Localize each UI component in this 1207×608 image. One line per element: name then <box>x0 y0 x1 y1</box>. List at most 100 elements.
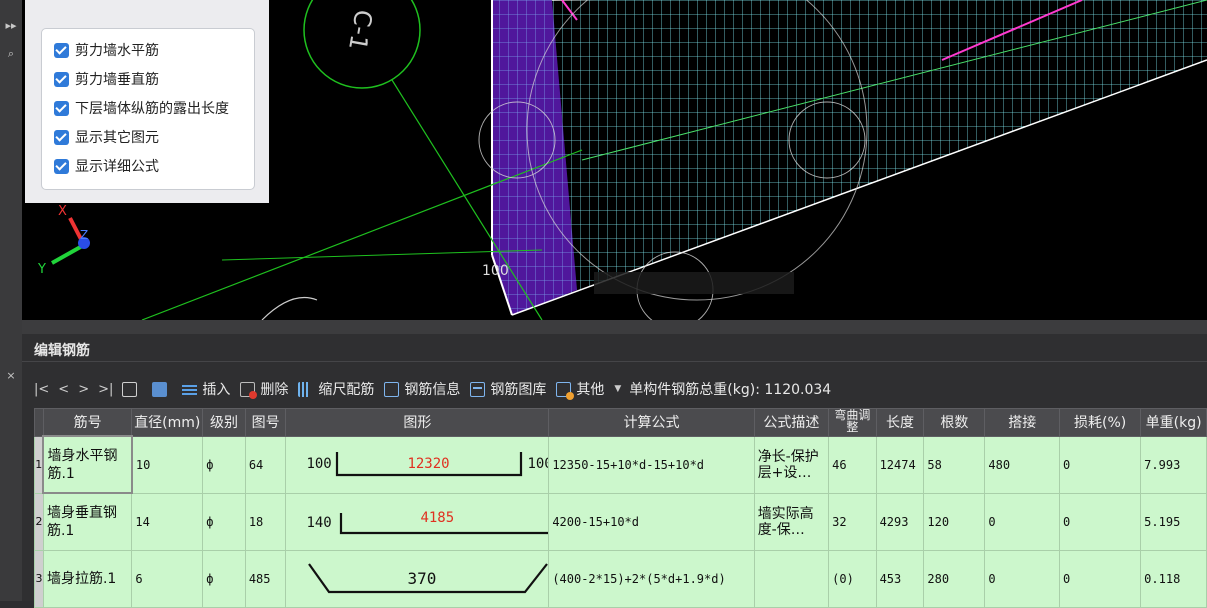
diameter-cell[interactable]: 10 <box>131 435 204 494</box>
option-horizontal-rebar[interactable]: 剪力墙水平筋 <box>54 40 159 60</box>
figure-no-cell[interactable]: 485 <box>244 549 287 608</box>
count-cell[interactable]: 120 <box>923 492 986 551</box>
table-row[interactable]: 2 墙身垂直钢筋.1 14 ф 18 140 4185 4200-15+10*d… <box>34 492 1207 551</box>
other-menu-button[interactable]: 其他 <box>556 379 604 400</box>
checkbox-checked-icon[interactable] <box>54 158 69 174</box>
row-number[interactable]: 3 <box>34 549 44 608</box>
unit-weight-cell[interactable]: 5.195 <box>1140 492 1207 551</box>
option-lower-wall-exposed[interactable]: 下层墙体纵筋的露出长度 <box>54 98 229 118</box>
formula-cell[interactable]: (400-2*15)+2*(5*d+1.9*d) <box>548 549 755 608</box>
shape-l-drawing <box>340 512 548 534</box>
options-group: 剪力墙水平筋 剪力墙垂直筋 下层墙体纵筋的露出长度 显示其它图元 显示详细公式 <box>41 28 255 190</box>
header-loss[interactable]: 损耗(%) <box>1059 408 1142 437</box>
checkbox-checked-icon[interactable] <box>54 129 69 145</box>
header-grade[interactable]: 级别 <box>202 408 246 437</box>
header-bar-no[interactable]: 筋号 <box>42 408 133 437</box>
bar-name-cell[interactable]: 墙身拉筋.1 <box>42 549 133 608</box>
row-number[interactable]: 1 <box>34 435 44 494</box>
bend-adjust-cell[interactable]: (0) <box>828 549 877 608</box>
other-icon <box>556 381 575 400</box>
edit-rebar-panel: 编辑钢筋 |< < > >| 插入 删除 缩尺配筋 钢筋信息 钢筋图库 其他 ▼… <box>22 334 1207 608</box>
rebar-info-button[interactable]: 钢筋信息 <box>384 379 460 399</box>
shape-mid-dim: 12320 <box>407 455 450 472</box>
loss-cell[interactable]: 0 <box>1059 549 1142 608</box>
dimension-label: 100 <box>482 263 509 279</box>
bar-name-cell[interactable]: 墙身水平钢筋.1 <box>42 435 133 494</box>
formula-cell[interactable]: 4200-15+10*d <box>548 492 755 551</box>
bar-name-cell[interactable]: 墙身垂直钢筋.1 <box>42 492 133 551</box>
search-icon[interactable]: ⌕ <box>0 44 22 64</box>
loss-cell[interactable]: 0 <box>1059 435 1142 494</box>
option-show-formula[interactable]: 显示详细公式 <box>54 156 159 176</box>
3d-viewport[interactable]: X Y Z 100 C-1 剪力墙水平筋 剪力墙垂直筋 下层墙体纵筋的露出长度 … <box>22 0 1207 320</box>
lap-cell[interactable]: 0 <box>984 492 1061 551</box>
formula-desc-cell[interactable]: 净长-保护层+设… <box>753 435 830 494</box>
chevron-down-icon[interactable]: ▼ <box>614 384 621 394</box>
formula-desc-cell[interactable] <box>753 549 830 608</box>
delete-button[interactable]: 删除 <box>240 379 288 399</box>
nav-next-button[interactable]: > <box>78 382 89 397</box>
nav-first-button[interactable]: |< <box>34 382 49 397</box>
panel-splitter[interactable] <box>22 320 1207 334</box>
header-length[interactable]: 长度 <box>875 408 925 437</box>
header-figure-no[interactable]: 图号 <box>244 408 287 437</box>
diameter-cell[interactable]: 14 <box>131 492 204 551</box>
bend-adjust-cell[interactable]: 32 <box>828 492 877 551</box>
shape-cell[interactable]: 100 12320 100 <box>285 435 550 494</box>
nav-prev-button[interactable]: < <box>58 382 69 397</box>
header-count[interactable]: 根数 <box>923 408 986 437</box>
unit-weight-cell[interactable]: 0.118 <box>1140 549 1207 608</box>
move-up-button[interactable] <box>122 381 142 397</box>
move-down-button[interactable] <box>152 381 172 397</box>
rebar-table: 筋号 直径(mm) 级别 图号 图形 计算公式 公式描述 弯曲调整 长度 根数 … <box>34 408 1207 608</box>
diameter-cell[interactable]: 6 <box>131 549 204 608</box>
insert-icon <box>182 381 198 397</box>
rebar-library-button[interactable]: 钢筋图库 <box>470 379 546 399</box>
header-shape[interactable]: 图形 <box>285 408 550 437</box>
checkbox-checked-icon[interactable] <box>54 71 69 87</box>
option-vertical-rebar[interactable]: 剪力墙垂直筋 <box>54 69 159 89</box>
table-row[interactable]: 3 墙身拉筋.1 6 ф 485 370 (400-2*15)+2*(5*d+1… <box>34 549 1207 608</box>
option-show-other-elements[interactable]: 显示其它图元 <box>54 127 159 147</box>
checkbox-checked-icon[interactable] <box>54 42 69 58</box>
header-formula[interactable]: 计算公式 <box>548 408 755 437</box>
axis-x-label: X <box>58 204 67 219</box>
lap-cell[interactable]: 0 <box>984 549 1061 608</box>
count-cell[interactable]: 280 <box>923 549 986 608</box>
header-rownum <box>34 408 44 437</box>
move-up-icon <box>122 381 138 397</box>
grade-cell[interactable]: ф <box>202 549 246 608</box>
grade-cell[interactable]: ф <box>202 435 246 494</box>
table-row[interactable]: 1 墙身水平钢筋.1 10 ф 64 100 12320 100 12350-1… <box>34 435 1207 494</box>
length-cell[interactable]: 4293 <box>875 492 925 551</box>
header-lap[interactable]: 搭接 <box>984 408 1061 437</box>
unit-weight-cell[interactable]: 7.993 <box>1140 435 1207 494</box>
length-cell[interactable]: 12474 <box>875 435 925 494</box>
length-cell[interactable]: 453 <box>875 549 925 608</box>
figure-no-cell[interactable]: 64 <box>244 435 287 494</box>
header-unit-weight[interactable]: 单重(kg) <box>1140 408 1207 437</box>
grade-cell[interactable]: ф <box>202 492 246 551</box>
loss-cell[interactable]: 0 <box>1059 492 1142 551</box>
shape-cell[interactable]: 370 <box>285 549 550 608</box>
nav-last-button[interactable]: >| <box>98 382 113 397</box>
formula-cell[interactable]: 12350-15+10*d-15+10*d <box>548 435 755 494</box>
library-icon <box>470 381 486 397</box>
table-header-row: 筋号 直径(mm) 级别 图号 图形 计算公式 公式描述 弯曲调整 长度 根数 … <box>34 408 1207 437</box>
header-bend-adjust[interactable]: 弯曲调整 <box>828 408 877 437</box>
count-cell[interactable]: 58 <box>923 435 986 494</box>
delete-icon <box>240 381 258 399</box>
scale-rebar-button[interactable]: 缩尺配筋 <box>298 379 374 399</box>
insert-button[interactable]: 插入 <box>182 379 230 399</box>
lap-cell[interactable]: 480 <box>984 435 1061 494</box>
close-icon[interactable]: × <box>0 366 22 386</box>
header-diameter[interactable]: 直径(mm) <box>131 408 204 437</box>
row-number[interactable]: 2 <box>34 492 44 551</box>
figure-no-cell[interactable]: 18 <box>244 492 287 551</box>
shape-cell[interactable]: 140 4185 <box>285 492 550 551</box>
formula-desc-cell[interactable]: 墙实际高度-保… <box>753 492 830 551</box>
checkbox-checked-icon[interactable] <box>54 100 69 116</box>
bend-adjust-cell[interactable]: 46 <box>828 435 877 494</box>
expand-arrows-icon[interactable]: ▸▸ <box>0 16 22 36</box>
header-formula-desc[interactable]: 公式描述 <box>753 408 830 437</box>
